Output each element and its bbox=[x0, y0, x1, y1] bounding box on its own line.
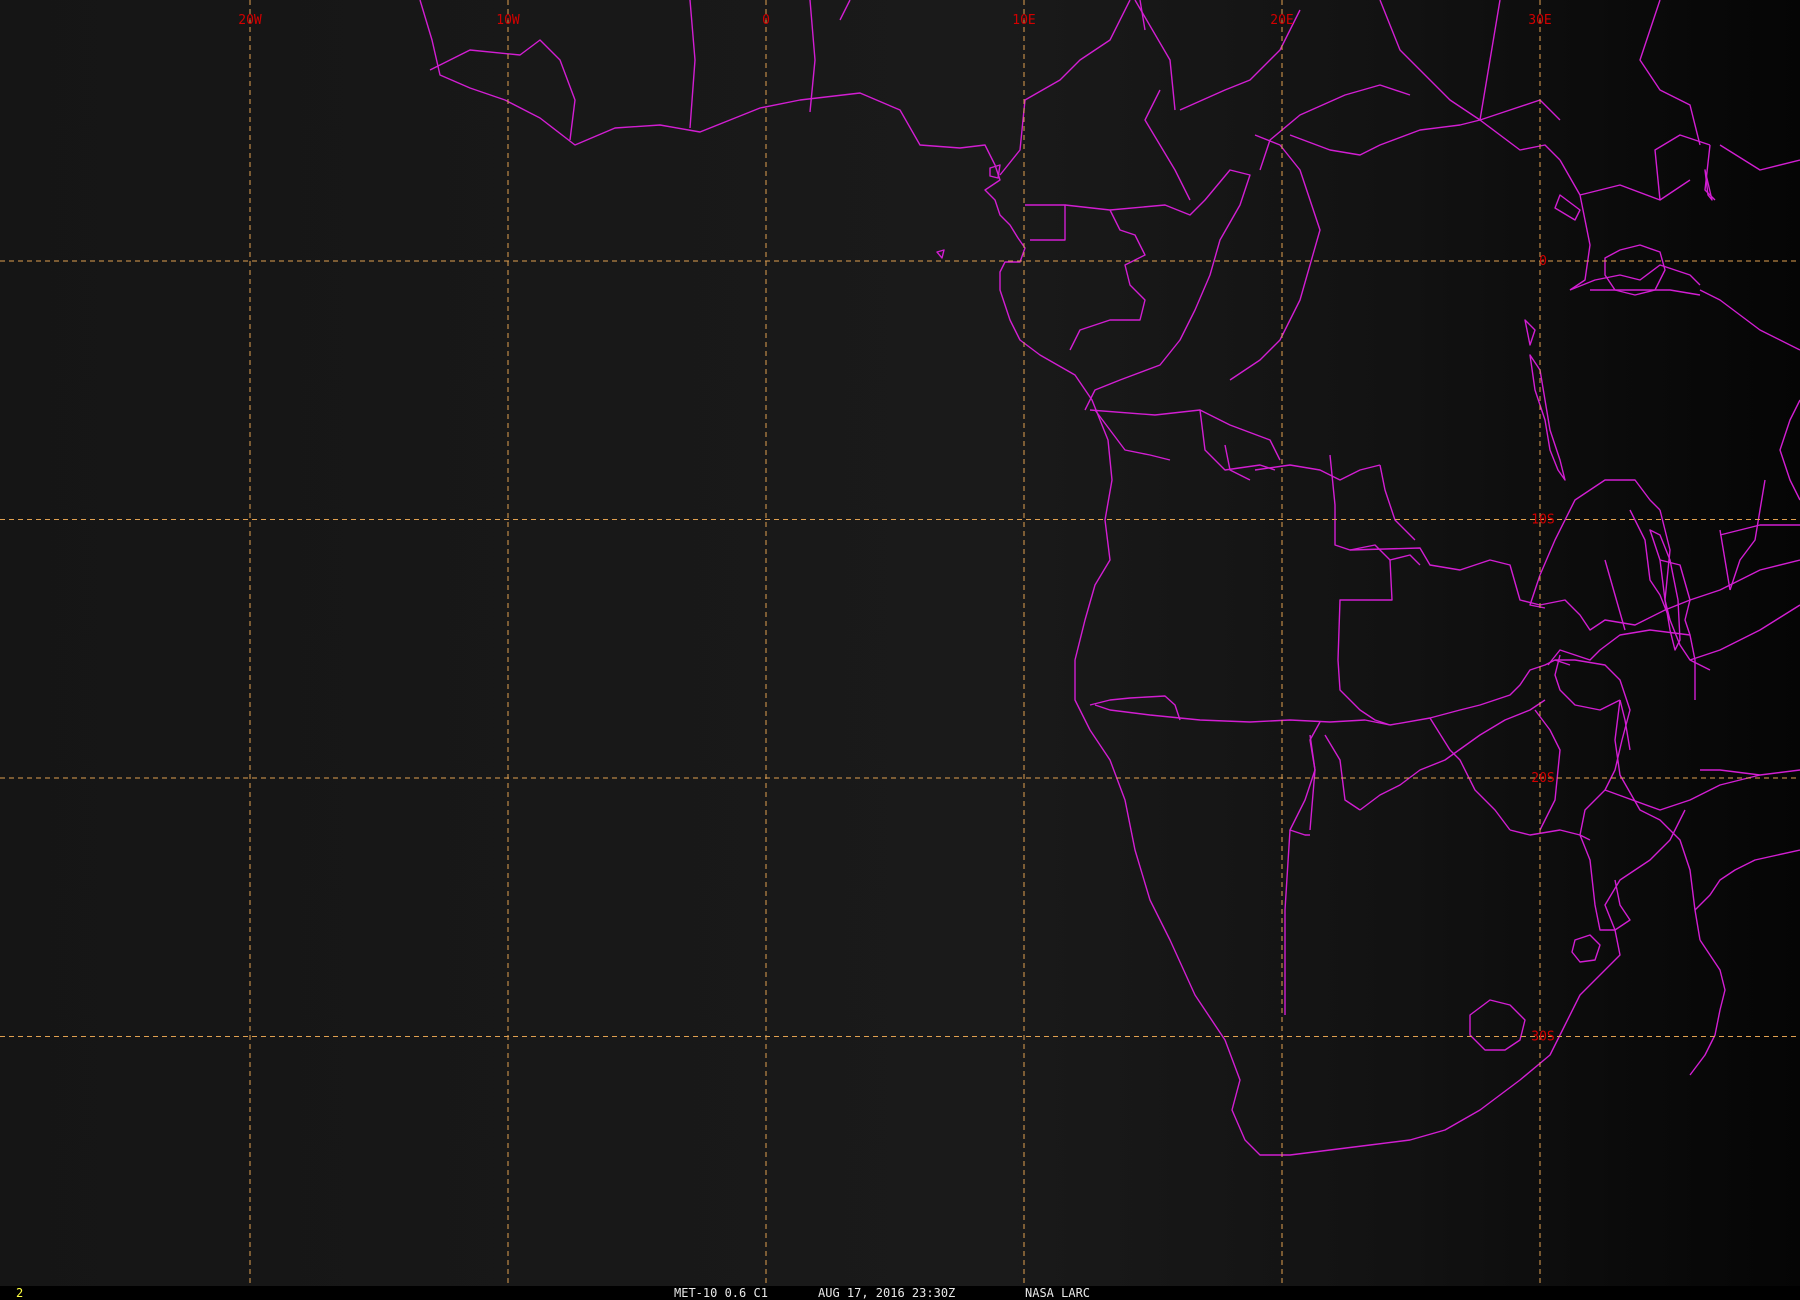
satellite-channel-label: MET-10 0.6 C1 bbox=[674, 1286, 768, 1300]
longitude-label: 0 bbox=[762, 13, 770, 28]
satellite-map-view[interactable]: 20W 10W 0 10E 20E 30E 0 10S 20S 30S bbox=[0, 0, 1800, 1300]
frame-number: 2 bbox=[16, 1286, 24, 1300]
latitude-label: 0 bbox=[1539, 254, 1547, 269]
longitude-label: 20W bbox=[238, 13, 262, 28]
agency-label: NASA LARC bbox=[1025, 1286, 1091, 1300]
longitude-label: 10W bbox=[496, 13, 520, 28]
longitude-label: 20E bbox=[1270, 13, 1293, 28]
longitude-label: 30E bbox=[1528, 13, 1551, 28]
latitude-label: 30S bbox=[1531, 1030, 1554, 1045]
latitude-label: 10S bbox=[1531, 513, 1554, 528]
map-canvas: 20W 10W 0 10E 20E 30E 0 10S 20S 30S bbox=[0, 0, 1800, 1286]
latitude-label: 20S bbox=[1531, 771, 1554, 786]
footer-status-bar: 2 MET-10 0.6 C1 AUG 17, 2016 23:30Z NASA… bbox=[0, 1286, 1800, 1300]
map-background bbox=[0, 0, 1800, 1286]
image-datetime-label: AUG 17, 2016 23:30Z bbox=[818, 1286, 956, 1300]
longitude-label: 10E bbox=[1012, 13, 1035, 28]
